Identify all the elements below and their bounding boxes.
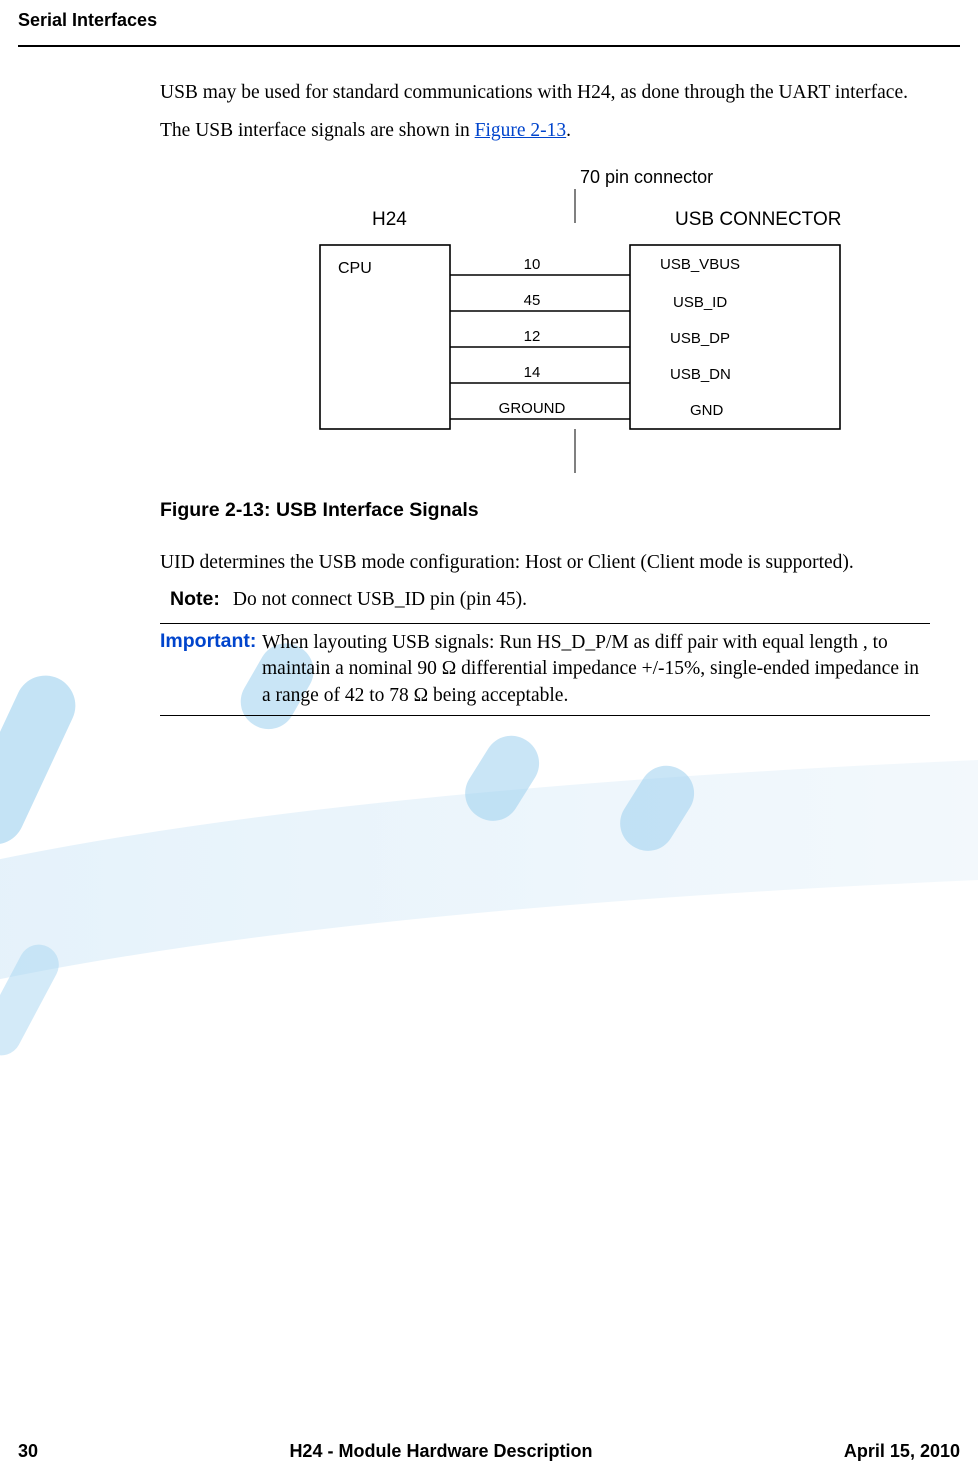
paragraph-1: USB may be used for standard communicati… — [160, 80, 930, 106]
diagram-signal-3: USB_DN — [670, 366, 731, 383]
diagram-pin-3: 14 — [524, 364, 541, 381]
diagram-top-label: 70 pin connector — [580, 167, 713, 187]
note-text: Do not connect USB_ID pin (pin 45). — [233, 589, 527, 610]
main-content: USB may be used for standard communicati… — [160, 80, 930, 716]
diagram-pin-0: 10 — [524, 256, 541, 273]
diagram-left-title: H24 — [372, 209, 407, 230]
section-title: Serial Interfaces — [18, 10, 960, 31]
diagram-pin-1: 45 — [524, 292, 541, 309]
important-top-rule — [160, 623, 930, 624]
paragraph-3: UID determines the USB mode configuratio… — [160, 550, 930, 576]
page-footer: 30 H24 - Module Hardware Description Apr… — [18, 1441, 960, 1462]
note-label: Note: — [160, 588, 228, 611]
footer-page-number: 30 — [18, 1441, 38, 1462]
diagram-signal-0: USB_VBUS — [660, 256, 740, 273]
diagram-left-box-label: CPU — [338, 260, 372, 277]
header-rule — [18, 45, 960, 47]
figure-caption: Figure 2-13: USB Interface Signals — [160, 499, 930, 522]
important-label: Important: — [160, 630, 262, 709]
diagram-pin-4: GROUND — [499, 400, 566, 417]
diagram-signal-4: GND — [690, 402, 724, 419]
running-header: Serial Interfaces — [18, 10, 960, 47]
usb-interface-diagram: 70 pin connector H24 USB CONNECTOR CPU 1… — [280, 165, 940, 475]
diagram-pin-2: 12 — [524, 328, 541, 345]
diagram-signal-2: USB_DP — [670, 330, 730, 347]
figure-reference-link[interactable]: Figure 2-13 — [475, 120, 567, 141]
diagram-signal-1: USB_ID — [673, 294, 727, 311]
important-bottom-rule — [160, 715, 930, 716]
footer-title: H24 - Module Hardware Description — [289, 1441, 592, 1462]
diagram-right-title: USB CONNECTOR — [675, 209, 841, 230]
paragraph-2: The USB interface signals are shown in F… — [160, 118, 930, 144]
paragraph-2-suffix: . — [566, 120, 571, 141]
footer-date: April 15, 2010 — [844, 1441, 960, 1462]
important-text: When layouting USB signals: Run HS_D_P/M… — [262, 630, 930, 709]
important-block: Important: When layouting USB signals: R… — [160, 623, 930, 716]
paragraph-2-prefix: The USB interface signals are shown in — [160, 120, 475, 141]
note-block: Note: Do not connect USB_ID pin (pin 45)… — [160, 588, 930, 611]
